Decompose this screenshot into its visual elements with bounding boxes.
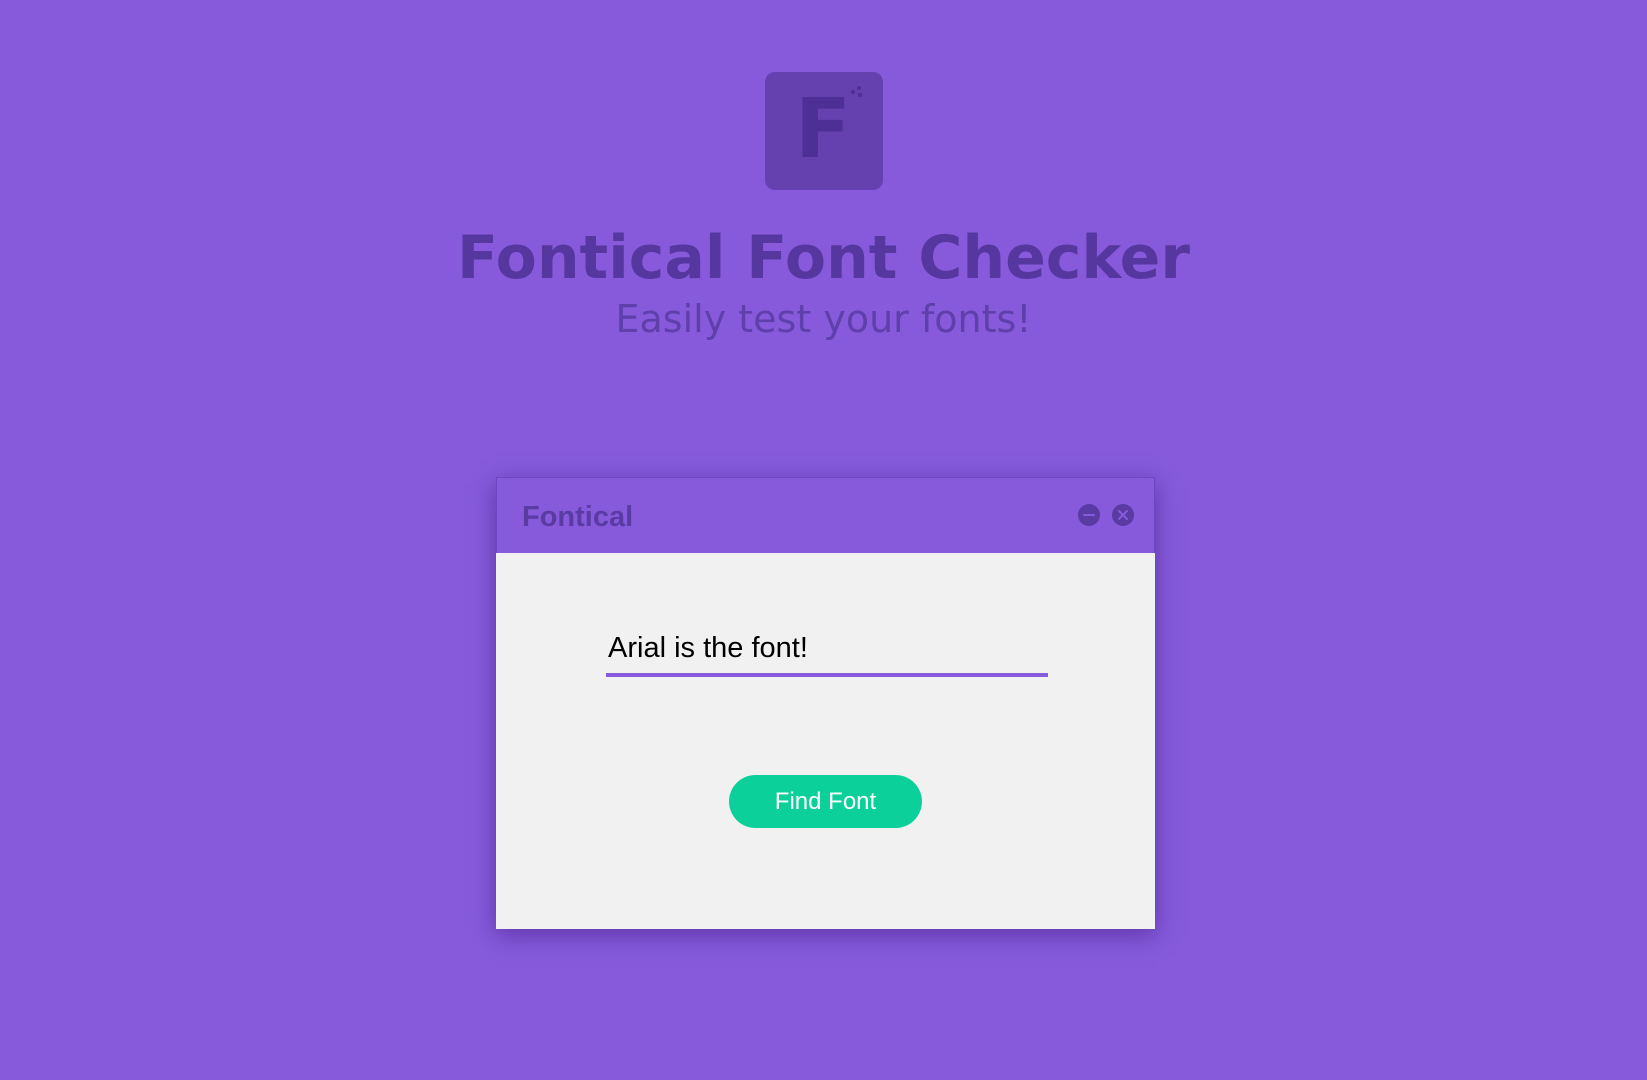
page-title: Fontical Font Checker [457, 223, 1190, 293]
minimize-button[interactable] [1078, 504, 1100, 526]
window-titlebar[interactable]: Fontical [496, 477, 1155, 553]
logo-letter: F [795, 82, 852, 177]
minimize-icon [1083, 514, 1095, 516]
close-button[interactable] [1112, 504, 1134, 526]
app-logo: F [765, 72, 883, 190]
window-title: Fontical [522, 501, 634, 533]
close-icon [1118, 510, 1128, 520]
find-font-button[interactable]: Find Font [729, 775, 922, 828]
app-window: Fontical Find Font [496, 477, 1155, 929]
sparkle-icon [851, 86, 867, 102]
page-subtitle: Easily test your fonts! [615, 297, 1032, 341]
font-text-input[interactable] [606, 623, 1048, 677]
